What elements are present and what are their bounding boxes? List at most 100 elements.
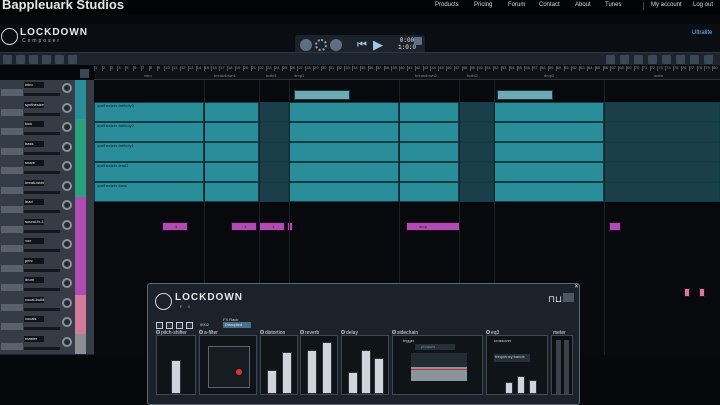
track-volume-slider[interactable] xyxy=(24,229,60,233)
audio-clip[interactable] xyxy=(399,142,459,162)
audio-clip[interactable] xyxy=(604,122,720,142)
track-pan-knob[interactable] xyxy=(62,258,72,269)
nav-tunes[interactable]: Tunes xyxy=(605,2,621,8)
audio-clip[interactable] xyxy=(399,102,459,122)
audio-clip[interactable] xyxy=(604,102,720,122)
a-filter-module[interactable] xyxy=(199,335,257,395)
edit-tool-icon[interactable] xyxy=(29,55,38,64)
audio-clip[interactable] xyxy=(494,142,604,162)
delay-module[interactable] xyxy=(341,335,389,395)
fx-rack-window[interactable]: LOCKDOWN F X ✕ ⊓⊔ 0002 FX Rack Disrupted… xyxy=(147,283,580,405)
audio-clip[interactable] xyxy=(289,182,399,202)
track-header[interactable]: break-wobble xyxy=(0,177,94,199)
zoom-icon[interactable] xyxy=(80,69,89,78)
track-pan-knob[interactable] xyxy=(62,219,72,230)
audio-clip[interactable]: synthesizer-melody1 xyxy=(94,142,204,162)
audio-clip[interactable] xyxy=(399,162,459,182)
track-name[interactable]: intro xyxy=(24,82,44,88)
marker-clip[interactable] xyxy=(497,90,553,100)
track-pan-knob[interactable] xyxy=(62,317,72,327)
track-name[interactable]: bass xyxy=(24,140,44,147)
section-marker[interactable]: build1 xyxy=(266,73,277,78)
grid-view-icon[interactable] xyxy=(563,293,574,302)
track-pan-knob[interactable] xyxy=(62,83,72,93)
vocal-clip[interactable] xyxy=(684,288,690,297)
audio-clip[interactable] xyxy=(604,162,720,182)
audio-clip[interactable] xyxy=(204,162,259,182)
vocal-clip[interactable] xyxy=(699,288,705,297)
edition-label[interactable]: Ultralite xyxy=(692,30,712,36)
clip-tool-icon[interactable] xyxy=(42,55,51,64)
filter-handle[interactable] xyxy=(236,369,242,375)
delay-slider-2[interactable] xyxy=(361,350,371,394)
track-pan-knob[interactable] xyxy=(62,278,72,288)
section-marker[interactable]: intro xyxy=(144,73,152,78)
pitch-slider[interactable] xyxy=(171,360,181,394)
track-header[interactable]: bass xyxy=(0,138,94,160)
audio-clip[interactable] xyxy=(494,102,604,122)
audio-clip[interactable] xyxy=(204,182,259,202)
track-volume-slider[interactable] xyxy=(24,346,60,350)
track-mute-solo-buttons[interactable] xyxy=(1,89,23,96)
track-volume-slider[interactable] xyxy=(24,210,60,213)
track-header[interactable]: vocal-build xyxy=(0,294,94,316)
midi-clip[interactable]: 1 xyxy=(162,222,188,231)
heart-icon[interactable] xyxy=(166,322,173,329)
track-volume-slider[interactable] xyxy=(24,93,60,96)
nav-forum[interactable]: Forum xyxy=(508,2,525,8)
headphones-icon[interactable] xyxy=(330,39,342,51)
track-mute-solo-buttons[interactable] xyxy=(1,284,23,291)
power-icon[interactable] xyxy=(156,322,163,329)
track-name[interactable]: perc xyxy=(24,257,44,264)
track-mute-solo-buttons[interactable] xyxy=(1,342,23,350)
close-icon[interactable]: ✕ xyxy=(574,283,579,290)
delay-slider-1[interactable] xyxy=(348,372,358,394)
track-pan-knob[interactable] xyxy=(62,297,72,308)
track-pan-knob[interactable] xyxy=(62,141,72,152)
track-volume-slider[interactable] xyxy=(24,151,60,155)
eq-high-slider[interactable] xyxy=(529,380,537,394)
keyboard-icon[interactable] xyxy=(620,55,629,64)
edit-icon[interactable] xyxy=(186,322,193,329)
lock-tool-icon[interactable] xyxy=(55,55,64,64)
track-header[interactable]: snare xyxy=(0,158,94,179)
track-volume-slider[interactable] xyxy=(24,190,60,194)
audio-clip[interactable] xyxy=(204,142,259,162)
nav-logout[interactable]: Log out xyxy=(693,2,713,8)
delay-slider-3[interactable] xyxy=(374,358,384,394)
play-icon[interactable]: ▶ xyxy=(373,38,383,51)
track-mute-solo-buttons[interactable] xyxy=(1,323,23,330)
track-header[interactable]: drum xyxy=(0,275,94,296)
section-marker[interactable]: outro xyxy=(654,73,663,78)
track-volume-slider[interactable] xyxy=(24,171,60,174)
track-header[interactable]: lead xyxy=(0,197,94,218)
sidechain-module[interactable]: trigger phrases xyxy=(392,335,483,395)
section-marker[interactable]: build2 xyxy=(467,73,478,78)
midi-clip[interactable]: 1 xyxy=(609,222,624,231)
distortion-module[interactable] xyxy=(260,335,298,395)
track-mute-solo-buttons[interactable] xyxy=(1,225,23,233)
notes-icon[interactable] xyxy=(606,55,615,64)
audio-clip[interactable] xyxy=(399,122,459,142)
reverb-module[interactable] xyxy=(300,335,338,395)
track-name[interactable]: drum xyxy=(24,277,44,283)
nav-about[interactable]: About xyxy=(575,2,591,8)
track-header[interactable]: master xyxy=(0,333,94,355)
audio-clip[interactable]: synthesizer-bass xyxy=(94,182,204,202)
save-icon[interactable] xyxy=(662,55,671,64)
audio-clip[interactable]: synthesizer-lead1 xyxy=(94,162,204,182)
pointer-tool-icon[interactable] xyxy=(3,55,12,64)
track-header[interactable]: kick xyxy=(0,119,94,140)
audio-clip[interactable] xyxy=(459,102,494,122)
track-pan-knob[interactable] xyxy=(62,239,72,249)
gear-icon[interactable] xyxy=(676,55,685,64)
settings-icon[interactable] xyxy=(414,37,422,45)
track-volume-slider[interactable] xyxy=(24,288,60,291)
track-pan-knob[interactable] xyxy=(62,200,72,210)
audio-clip[interactable] xyxy=(494,162,604,182)
audio-clip[interactable] xyxy=(494,122,604,142)
audio-clip[interactable] xyxy=(259,142,289,162)
audio-clip[interactable] xyxy=(289,162,399,182)
loop-icon[interactable] xyxy=(315,39,327,51)
audio-clip[interactable] xyxy=(289,102,399,122)
